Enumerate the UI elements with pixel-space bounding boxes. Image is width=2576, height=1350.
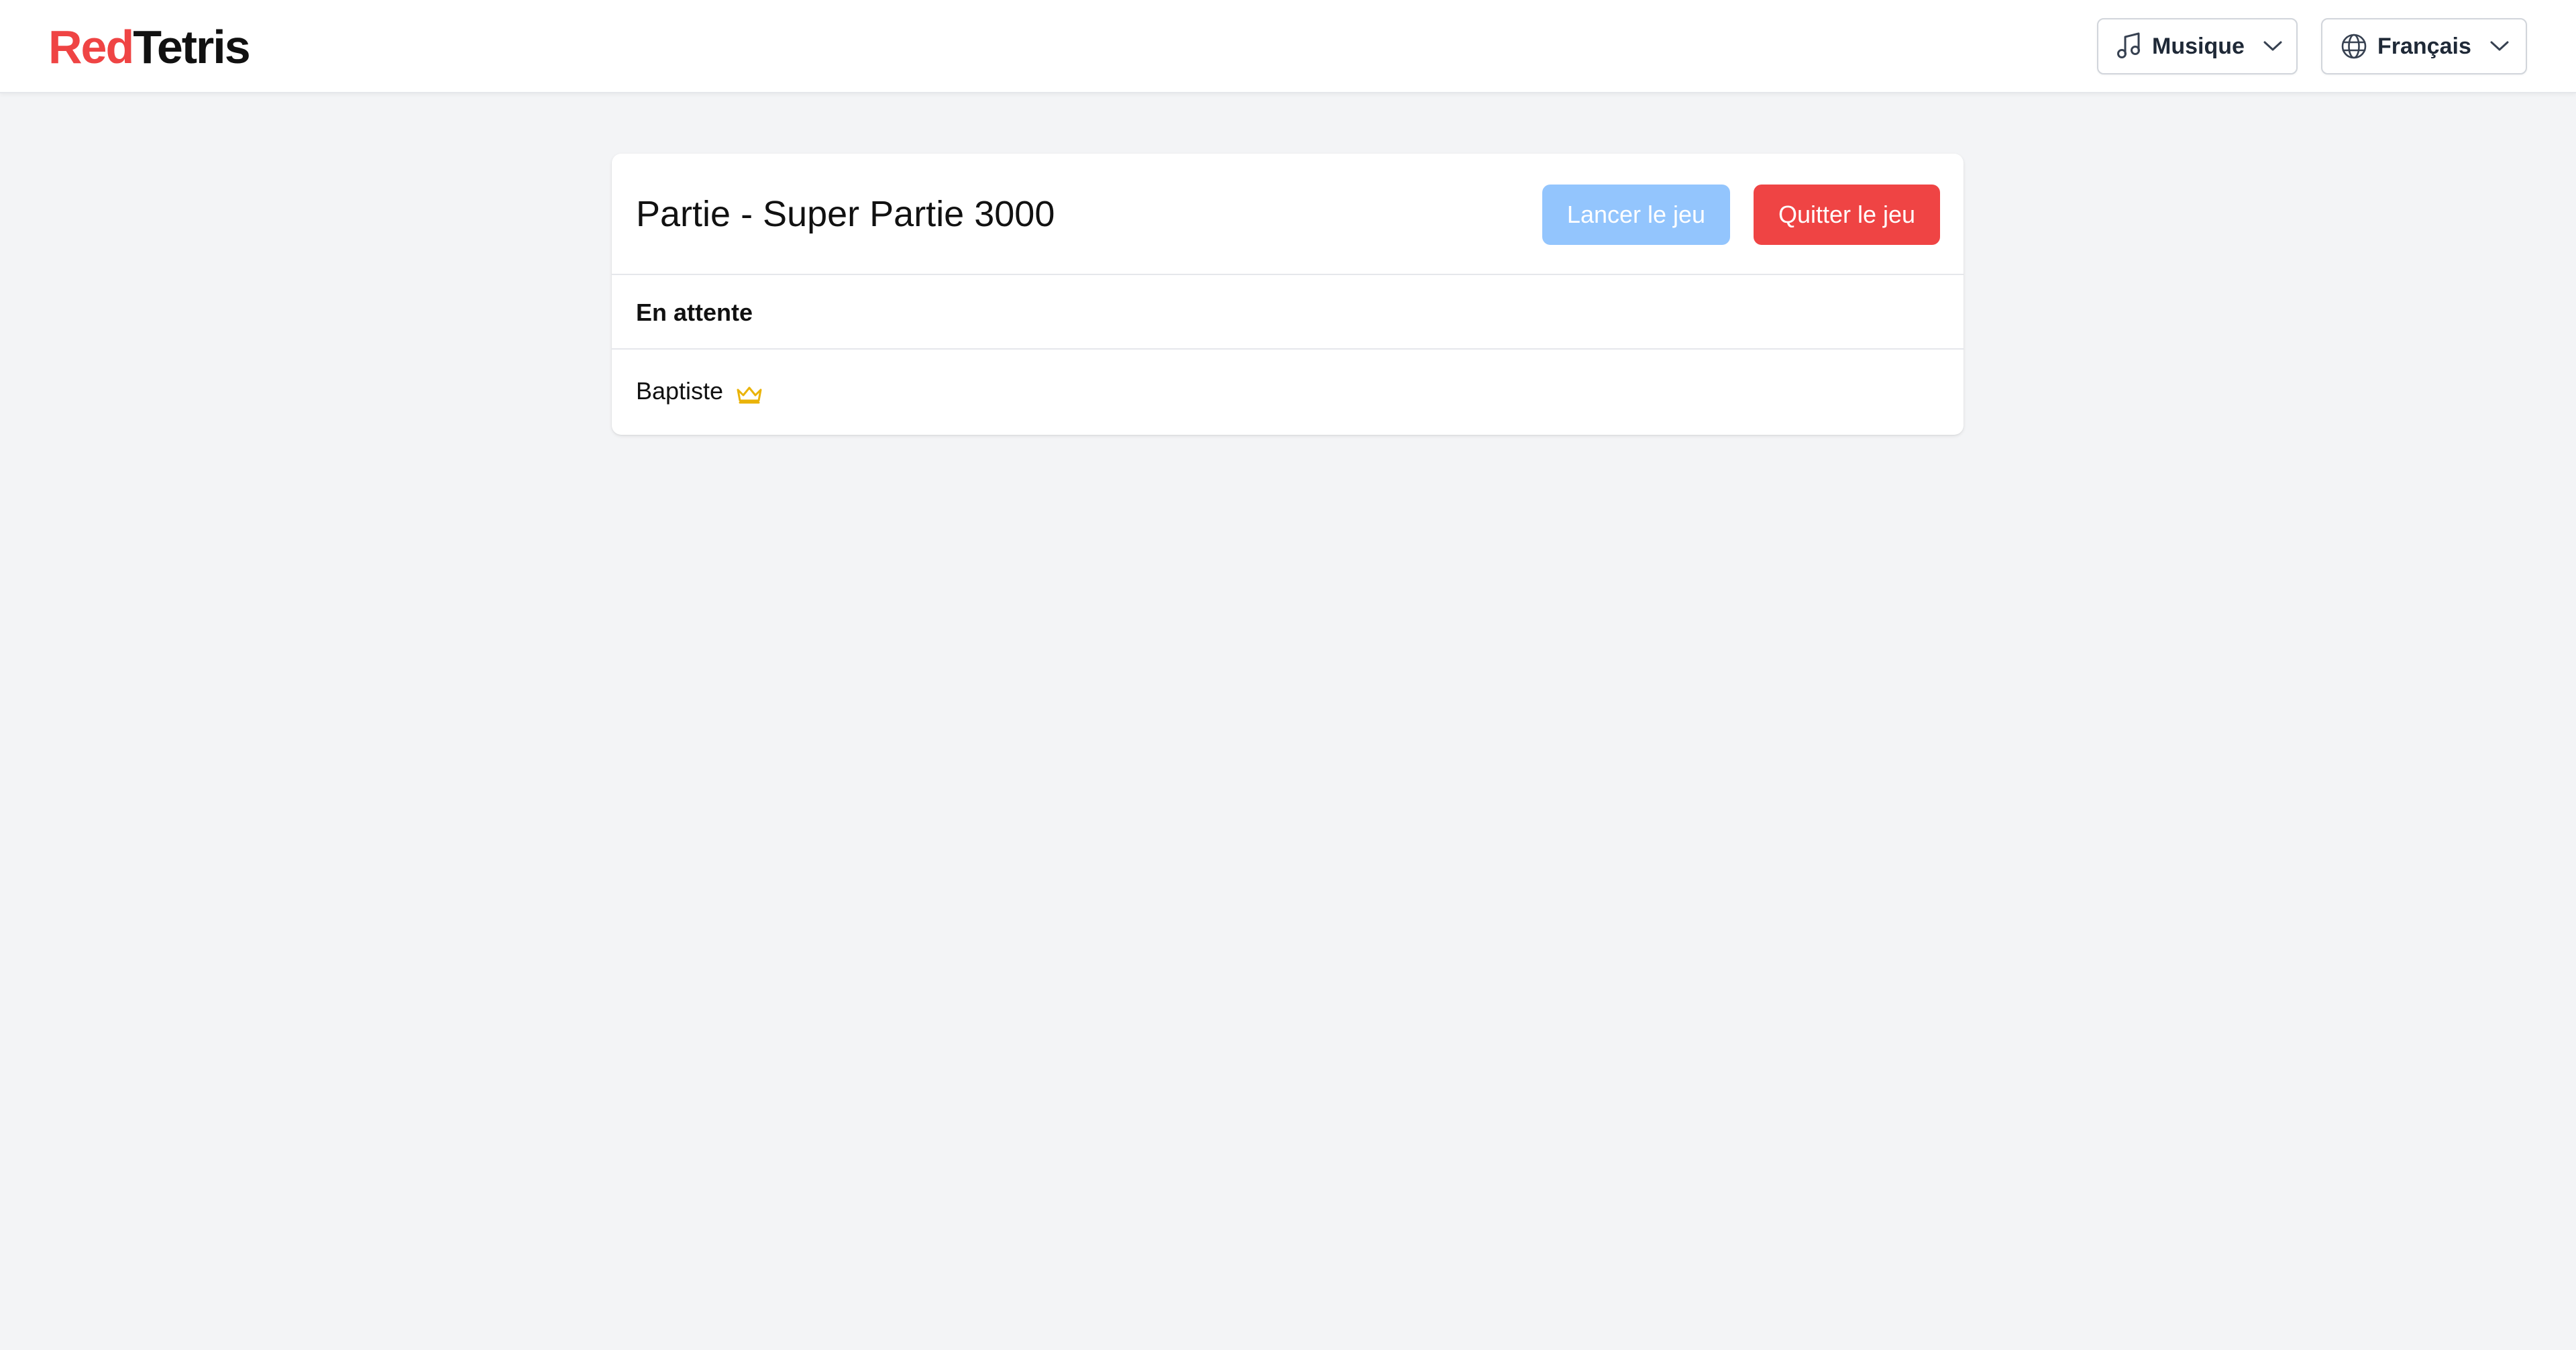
status-label: En attente [636,299,753,326]
chevron-down-icon [2262,34,2284,58]
language-dropdown-label: Français [2377,33,2471,59]
launch-game-button[interactable]: Lancer le jeu [1542,185,1730,245]
language-dropdown[interactable]: Français [2321,18,2527,74]
card-header: Partie - Super Partie 3000 Lancer le jeu… [612,154,1964,275]
game-lobby-card: Partie - Super Partie 3000 Lancer le jeu… [612,154,1964,435]
logo-black-part: Tetris [133,21,250,73]
music-note-icon [2116,32,2143,61]
status-row: En attente [612,275,1964,350]
quit-game-button[interactable]: Quitter le jeu [1754,185,1940,245]
crown-icon [737,386,762,404]
globe-icon [2340,32,2368,61]
music-dropdown[interactable]: Musique [2097,18,2298,74]
top-navbar: RedTetris Musique Français [0,0,2576,93]
player-name: Baptiste [636,377,724,405]
logo-red-part: Red [48,21,134,73]
game-title: Partie - Super Partie 3000 [636,194,1055,234]
chevron-down-icon [2489,34,2510,58]
music-dropdown-label: Musique [2152,33,2245,59]
player-list-item: Baptiste [612,350,1964,435]
app-logo[interactable]: RedTetris [48,20,251,74]
